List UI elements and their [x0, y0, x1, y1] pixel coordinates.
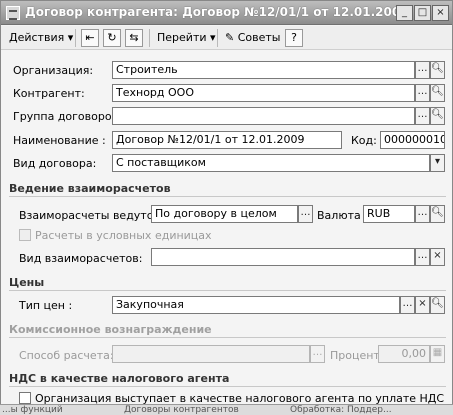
conditional-units-checkbox[interactable]	[19, 229, 31, 241]
org-label: Организация:	[13, 64, 94, 77]
org-search-icon[interactable]: 🔍︎	[430, 61, 445, 79]
group-select-button[interactable]: …	[415, 107, 430, 125]
clear-icon[interactable]: ×	[430, 248, 445, 266]
commission-percent-field[interactable]: 0,00	[378, 345, 430, 363]
goto-menu-label: Перейти	[157, 31, 207, 44]
goto-menu-button[interactable]: Перейти ▾	[153, 29, 220, 47]
price-type-field[interactable]: Закупочная	[112, 296, 400, 314]
toolbar-separator	[217, 29, 218, 47]
calculator-icon[interactable]: ▦	[430, 345, 445, 363]
settlement-mode-field[interactable]: По договору в целом	[151, 205, 298, 223]
org-select-button[interactable]: …	[415, 61, 430, 79]
price-type-select-button[interactable]: …	[400, 296, 415, 314]
maximize-button[interactable]: □	[414, 5, 431, 21]
code-field[interactable]: 000000010	[380, 131, 445, 149]
contractor-field[interactable]: Технорд ООО	[112, 84, 415, 102]
currency-label: Валюта :	[317, 209, 368, 222]
actions-menu-label: Действия	[9, 31, 65, 44]
name-label: Наименование :	[13, 134, 106, 147]
chevron-down-icon[interactable]: ▾	[430, 154, 445, 172]
commission-method-select-button[interactable]: …	[310, 345, 325, 363]
refresh-icon[interactable]: ↻	[103, 29, 121, 47]
group-label: Группа договоров:	[13, 110, 122, 123]
window-title: Договор контрагента: Договор №12/01/1 от…	[25, 5, 409, 19]
section-divider	[9, 386, 446, 387]
section-divider	[9, 290, 446, 291]
commission-section-title: Комиссионное вознаграждение	[9, 323, 212, 336]
settlements-section-title: Ведение взаиморасчетов	[9, 182, 171, 195]
group-search-icon[interactable]: 🔍︎	[430, 107, 445, 125]
dropdown-arrow-icon: ▾	[210, 31, 216, 44]
contractor-search-icon[interactable]: 🔍︎	[430, 84, 445, 102]
tips-label: Советы	[237, 31, 281, 44]
toolbar-separator	[149, 29, 150, 47]
toolbar: Действия ▾ ⇤ ↻ ⇆ Перейти ▾ ✎ Советы ?	[1, 26, 452, 50]
price-type-search-icon[interactable]: 🔍︎	[430, 296, 445, 314]
prices-section-title: Цены	[9, 276, 45, 289]
clear-icon[interactable]: ×	[415, 296, 430, 314]
settlement-kind-label: Вид взаиморасчетов:	[19, 252, 143, 265]
title-bar: Договор контрагента: Договор №12/01/1 от…	[1, 1, 452, 25]
currency-select-button[interactable]: …	[415, 205, 430, 223]
help-button[interactable]: ?	[285, 29, 303, 47]
document-icon	[6, 6, 20, 20]
commission-method-label: Способ расчета:	[19, 349, 114, 362]
contract-window: Договор контрагента: Договор №12/01/1 от…	[0, 0, 453, 415]
dropdown-arrow-icon: ▾	[67, 31, 74, 44]
contract-type-label: Вид договора:	[13, 157, 97, 170]
taskbar-item[interactable]: Договоры контрагентов	[124, 406, 239, 415]
close-button[interactable]: ×	[432, 5, 449, 21]
tax-agent-checkbox[interactable]	[19, 392, 31, 404]
conditional-units-label: Расчеты в условных единицах	[35, 229, 212, 242]
tips-icon: ✎	[225, 31, 235, 44]
price-type-label: Тип цен :	[19, 299, 73, 312]
taskbar-item[interactable]: Обработка: Поддер...	[290, 406, 392, 415]
taskbar: ...ы функций Договоры контрагентов Обраб…	[0, 404, 453, 415]
actions-menu-button[interactable]: Действия ▾	[5, 29, 77, 47]
contractor-label: Контрагент:	[13, 87, 85, 100]
taskbar-item[interactable]: ...ы функций	[2, 406, 63, 415]
currency-search-icon[interactable]: 🔍︎	[430, 205, 445, 223]
settlement-kind-select-button[interactable]: …	[415, 248, 430, 266]
contractor-select-button[interactable]: …	[415, 84, 430, 102]
commission-percent-label: Процент:	[330, 349, 384, 362]
back-arrow-icon[interactable]: ⇤	[81, 29, 99, 47]
toolbar-separator	[75, 29, 76, 47]
org-field[interactable]: Строитель	[112, 61, 415, 79]
copy-document-icon[interactable]: ⇆	[125, 29, 143, 47]
section-divider	[9, 337, 446, 338]
name-field[interactable]: Договор №12/01/1 от 12.01.2009	[112, 131, 342, 149]
minimize-button[interactable]: _	[396, 5, 413, 21]
group-field[interactable]	[112, 107, 415, 125]
vat-section-title: НДС в качестве налогового агента	[9, 372, 230, 385]
code-label: Код:	[351, 134, 377, 147]
contract-type-select[interactable]: С поставщиком	[112, 154, 430, 172]
tips-button[interactable]: ✎ Советы	[221, 29, 284, 47]
settlement-mode-select-button[interactable]: …	[298, 205, 313, 223]
settlement-mode-label: Взаиморасчеты ведутся:	[19, 209, 164, 222]
section-divider	[9, 196, 446, 197]
settlement-kind-field[interactable]	[151, 248, 415, 266]
currency-field[interactable]: RUB	[363, 205, 415, 223]
commission-method-field[interactable]	[112, 345, 310, 363]
